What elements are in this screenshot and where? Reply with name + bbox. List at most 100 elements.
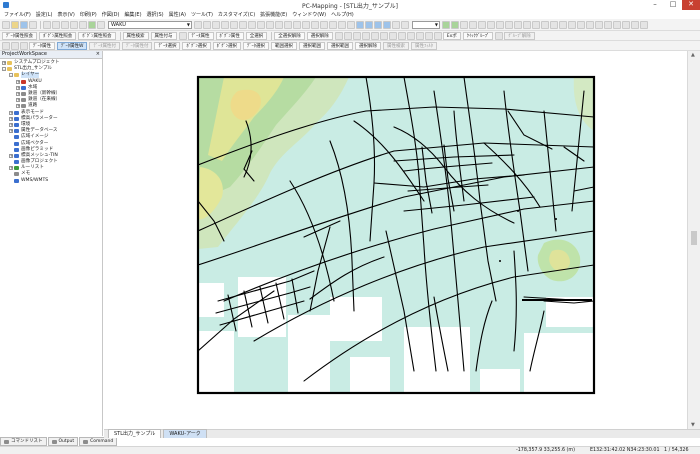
filter-icon[interactable] <box>487 20 495 29</box>
zoom-prev-icon[interactable] <box>392 20 400 29</box>
tin-icon[interactable] <box>550 20 558 29</box>
selection-range-tool[interactable]: 選択範囲 <box>298 41 325 50</box>
measure-icon[interactable] <box>266 20 274 29</box>
polygon-attr-query2-button[interactable]: ﾎﾞｸﾞﾝ属性照会 <box>78 31 116 40</box>
expand-icon[interactable]: + <box>16 98 20 103</box>
expand-icon[interactable]: + <box>16 85 20 90</box>
data-attr-assign2-tool[interactable]: ﾃﾞｰﾀ属性付 <box>121 41 153 50</box>
tab-waku-arc[interactable]: WAKU-アーク <box>163 429 207 438</box>
export-icon[interactable] <box>496 20 504 29</box>
expand-icon[interactable]: + <box>9 153 13 158</box>
menu-extensions[interactable]: 拡張機能(E) <box>260 11 287 18</box>
deselect-all-button[interactable]: 全選択解除 <box>274 31 305 40</box>
attr-filter-tool[interactable]: 属性ﾌｨﾙﾀ <box>410 41 437 50</box>
table-icon[interactable] <box>334 31 343 40</box>
range-select-tool[interactable]: 範囲選択 <box>270 41 297 50</box>
node-icon[interactable] <box>293 20 301 29</box>
cut-icon[interactable] <box>43 20 51 29</box>
rectangle-icon[interactable] <box>221 20 229 29</box>
deselect-tool[interactable]: 選択解除 <box>354 41 381 50</box>
delete-icon[interactable] <box>338 20 346 29</box>
tab-output[interactable]: Output <box>47 437 79 446</box>
polygon-select-tool[interactable]: ﾎﾞｸﾞﾝ選択 <box>182 41 211 50</box>
zoom-combo[interactable]: ▼ <box>412 20 440 29</box>
scroll-up-icon[interactable]: ▲ <box>691 52 695 58</box>
window-tile-icon[interactable] <box>622 20 630 29</box>
terrain-icon[interactable] <box>451 20 459 29</box>
data-attr-button[interactable]: ﾃﾞｰﾀ属性 <box>187 31 214 40</box>
point-icon[interactable] <box>248 20 256 29</box>
help-icon[interactable] <box>640 20 648 29</box>
grid-icon[interactable] <box>97 20 105 29</box>
map-icon[interactable] <box>442 20 450 29</box>
menu-draw[interactable]: 作図(D) <box>102 11 120 18</box>
expand-icon[interactable]: + <box>9 129 13 134</box>
polygon-select2-tool[interactable]: ﾎﾞｸﾞﾝ選択 <box>212 41 241 50</box>
map-canvas[interactable] <box>104 51 687 429</box>
legend-icon[interactable] <box>586 20 594 29</box>
data-attr-w-tool[interactable]: ﾃﾞｰﾀ属性W <box>57 41 88 50</box>
expand-icon[interactable]: + <box>9 110 13 115</box>
map-view[interactable] <box>104 51 687 429</box>
new-file-icon[interactable] <box>2 20 10 29</box>
table-icon[interactable] <box>460 20 468 29</box>
arc-icon[interactable] <box>275 20 283 29</box>
layout-icon[interactable] <box>577 20 585 29</box>
attr-search-button[interactable]: 属性検索 <box>122 31 149 40</box>
split-icon[interactable] <box>302 20 310 29</box>
scroll-down-icon[interactable]: ▼ <box>691 422 695 428</box>
expand-icon[interactable]: + <box>9 116 13 121</box>
copy-icon[interactable] <box>52 20 60 29</box>
hand-pan-icon[interactable] <box>212 20 220 29</box>
north-arrow-icon[interactable] <box>595 20 603 29</box>
zoom-out-icon[interactable] <box>365 20 373 29</box>
info-icon[interactable] <box>631 20 639 29</box>
box-icon[interactable] <box>433 31 442 40</box>
attr-search-tool[interactable]: 属性検索 <box>382 41 409 50</box>
print-icon[interactable] <box>29 20 37 29</box>
polygon-attr-button[interactable]: ﾎﾞｸﾞﾝ属性 <box>215 31 244 40</box>
group-icon[interactable] <box>495 31 504 40</box>
collapse-icon[interactable]: - <box>9 73 13 78</box>
close-button[interactable]: ✕ <box>682 0 700 10</box>
export-button[interactable]: Exポ <box>442 31 461 40</box>
menu-help[interactable]: ヘルプ(H) <box>331 11 354 18</box>
chart-icon[interactable] <box>469 20 477 29</box>
layer-prop-icon[interactable] <box>194 20 202 29</box>
expand-icon[interactable]: + <box>9 166 13 171</box>
menu-attribute[interactable]: 属性(A) <box>169 11 186 18</box>
paste-icon[interactable] <box>61 20 69 29</box>
menu-customize[interactable]: カスタマイズ(C) <box>218 11 255 18</box>
data-select-tool[interactable]: ﾃﾞｰﾀ選択 <box>154 41 181 50</box>
line-icon[interactable] <box>230 20 238 29</box>
lasso-icon[interactable] <box>20 41 28 50</box>
redo-icon[interactable] <box>79 20 87 29</box>
merge-icon[interactable] <box>311 20 319 29</box>
expand-icon[interactable]: + <box>16 92 20 97</box>
import-icon[interactable] <box>505 20 513 29</box>
menu-edit[interactable]: 編集(E) <box>124 11 141 18</box>
open-folder-icon[interactable] <box>11 20 19 29</box>
menu-file[interactable]: ファイル(F) <box>4 11 31 18</box>
minimize-button[interactable]: – <box>646 0 664 10</box>
scale-bar-icon[interactable] <box>604 20 612 29</box>
selection-range2-tool[interactable]: 選択範囲 <box>326 41 353 50</box>
data-attr-tool[interactable]: ﾃﾞｰﾀ属性 <box>29 41 55 50</box>
overlay-icon[interactable] <box>523 20 531 29</box>
expand-icon[interactable]: + <box>16 79 20 84</box>
buffer-icon[interactable] <box>514 20 522 29</box>
graph-icon[interactable] <box>415 31 424 40</box>
menu-window[interactable]: ウィンドウ(W) <box>292 11 326 18</box>
collapse-icon[interactable]: - <box>2 67 6 72</box>
zoom-window-icon[interactable] <box>374 20 382 29</box>
window-cascade-icon[interactable] <box>613 20 621 29</box>
zoom-full-icon[interactable] <box>383 20 391 29</box>
menu-print[interactable]: 印刷(P) <box>80 11 97 18</box>
select-icon[interactable] <box>11 41 19 50</box>
snap-icon[interactable] <box>284 20 292 29</box>
layer-icon[interactable] <box>370 31 379 40</box>
arrow-icon[interactable] <box>2 41 10 50</box>
expand-icon[interactable]: + <box>9 122 13 127</box>
flag-icon[interactable] <box>397 31 406 40</box>
rotate-icon[interactable] <box>320 20 328 29</box>
